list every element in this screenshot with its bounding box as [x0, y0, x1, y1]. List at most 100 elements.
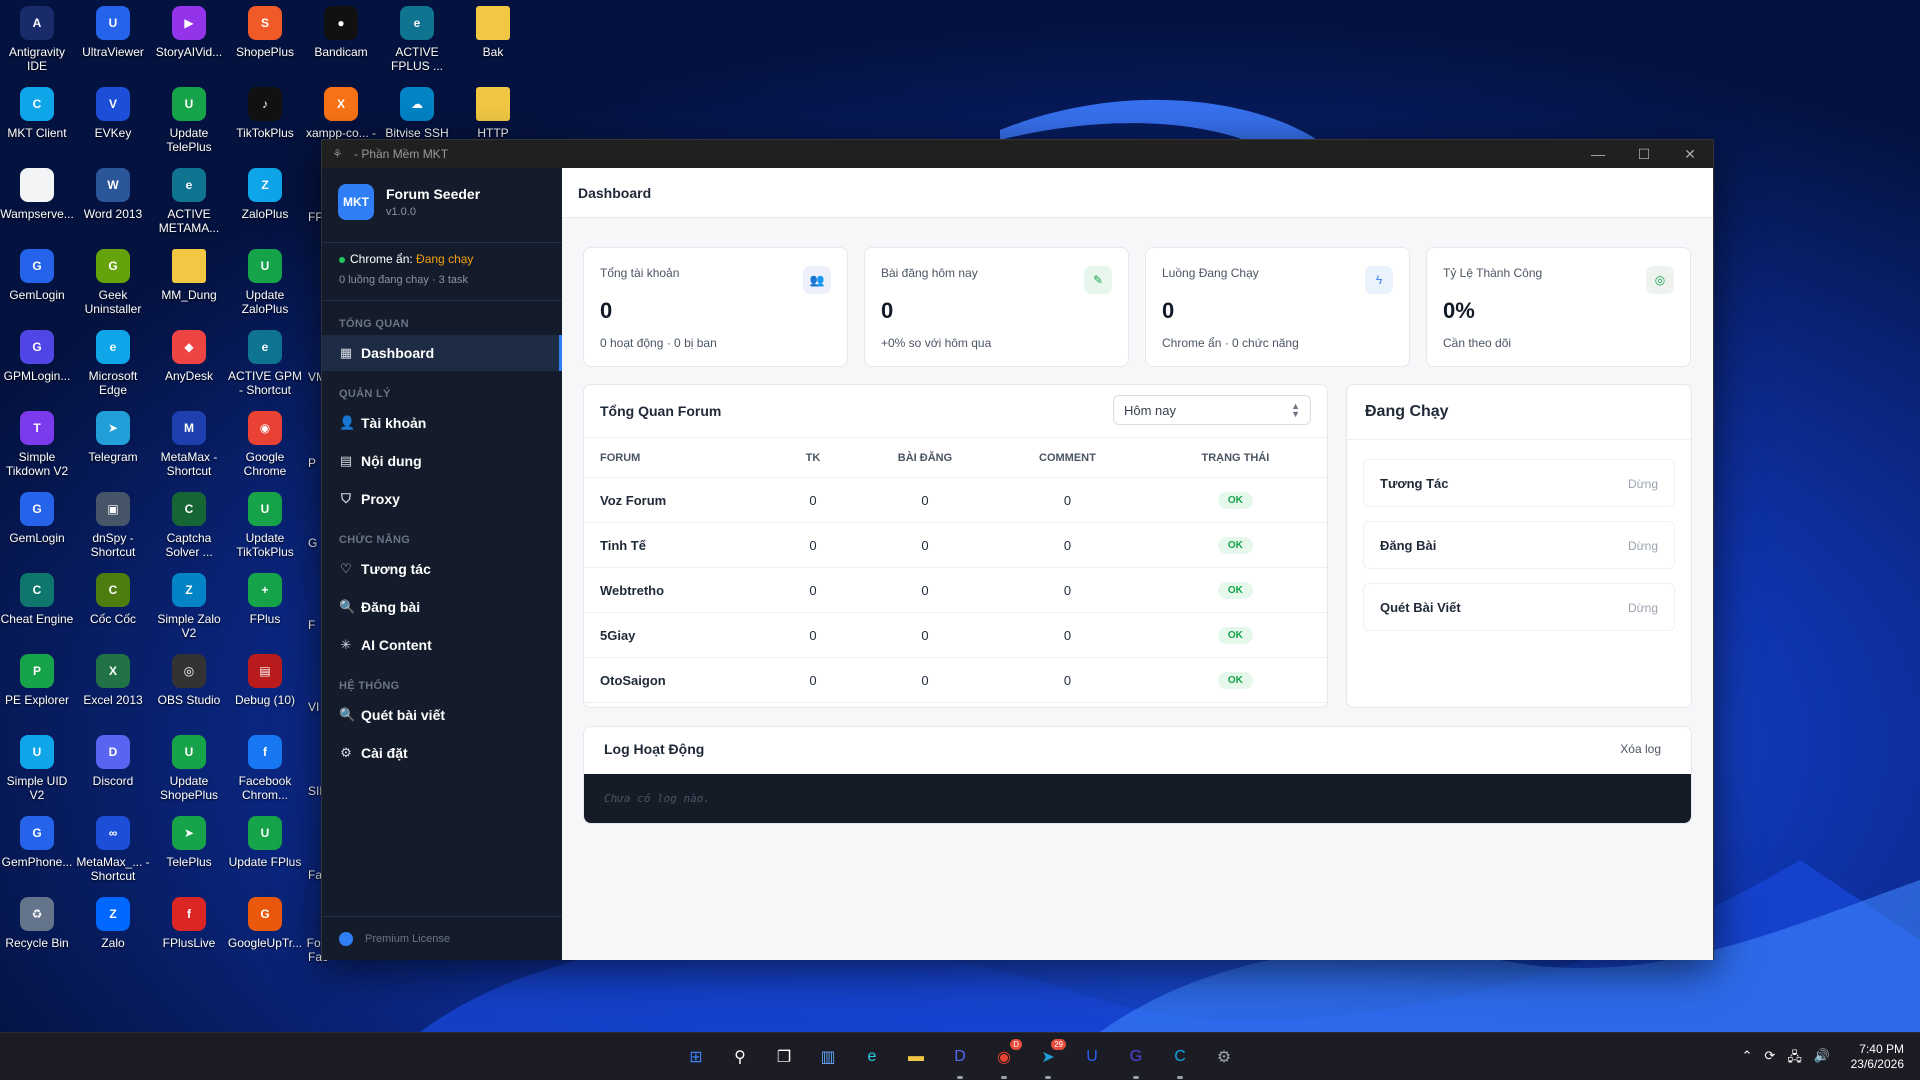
desktop-icon[interactable]: U UltraViewer [75, 6, 151, 59]
main-content: Dashboard Tổng tài khoản 0 0 hoạt động · 0… [562, 168, 1713, 960]
sidebar-item-đăng-bài[interactable]: 🔍 Đăng bài [322, 589, 562, 625]
sidebar-item-nội-dung[interactable]: ▤ Nội dung [322, 443, 562, 479]
discord-icon[interactable]: D [944, 1041, 976, 1079]
desktop-icon[interactable]: ➤ TelePlus [151, 816, 227, 869]
desktop-icon[interactable]: e ACTIVE FPLUS ... [379, 6, 455, 73]
clear-log-button[interactable]: Xóa log [1620, 742, 1661, 756]
table-row[interactable]: OtoSaigon 0 0 0 OK [584, 657, 1327, 703]
desktop-icon[interactable]: G GPMLogin... [0, 330, 75, 383]
desktop-icon[interactable]: W Word 2013 [75, 168, 151, 221]
desktop-icon[interactable]: G GoogleUpTr... [227, 897, 303, 950]
desktop-icon[interactable]: G Geek Uninstaller [75, 249, 151, 316]
file-explorer-icon[interactable]: ▬ [900, 1041, 932, 1073]
desktop-icon[interactable]: U Update TikTokPlus [227, 492, 303, 559]
desktop-icon[interactable]: ● Bandicam [303, 6, 379, 59]
gpm-icon[interactable]: G [1120, 1041, 1152, 1079]
desktop-icon[interactable]: ▶ StoryAIVid... [151, 6, 227, 59]
tray-chevron-icon[interactable]: ⌃ [1742, 1048, 1753, 1070]
sidebar-item-quét-bài-viết[interactable]: 🔍 Quét bài viết [322, 697, 562, 733]
desktop-icon[interactable]: M MetaMax - Shortcut [151, 411, 227, 478]
desktop-icon[interactable]: ◉ Google Chrome [227, 411, 303, 478]
minimize-button[interactable]: — [1575, 140, 1621, 168]
desktop-icon[interactable]: X Excel 2013 [75, 654, 151, 707]
close-button[interactable]: ✕ [1667, 140, 1713, 168]
desktop-icon[interactable]: U Update ShopePlus [151, 735, 227, 802]
clock-date: 23/6/2026 [1850, 1057, 1904, 1071]
desktop-icon[interactable]: P PE Explorer [0, 654, 75, 707]
desktop-icon[interactable]: U Update ZaloPlus [227, 249, 303, 316]
mkt-client-icon[interactable]: C [1164, 1041, 1196, 1079]
desktop-icon[interactable]: V EVKey [75, 87, 151, 140]
maximize-button[interactable]: ☐ [1621, 140, 1667, 168]
desktop-icon[interactable]: G GemLogin [0, 492, 75, 545]
desktop-icon[interactable]: U Update TelePlus [151, 87, 227, 154]
desktop-icon[interactable]: f Facebook Chrom... [227, 735, 303, 802]
desktop-icon[interactable]: G GemLogin [0, 249, 75, 302]
desktop-icon[interactable]: e Microsoft Edge [75, 330, 151, 397]
desktop-icon[interactable]: S ShopePlus [227, 6, 303, 59]
running-item[interactable]: Quét Bài Viết Dừng [1363, 583, 1675, 631]
sidebar-item-ai-content[interactable]: ✳ AI Content [322, 627, 562, 663]
desktop-icon[interactable]: ▣ dnSpy - Shortcut [75, 492, 151, 559]
desktop-icon[interactable]: MM_Dung [151, 249, 227, 302]
desktop-icon[interactable]: Z Zalo [75, 897, 151, 950]
chrome-icon[interactable]: ◉ D [988, 1039, 1022, 1079]
widgets-icon[interactable]: ▥ [812, 1041, 844, 1073]
clock[interactable]: 7:40 PM 23/6/2026 [1851, 1042, 1904, 1072]
sidebar-item-cài-đặt[interactable]: ⚙ Cài đặt [322, 735, 562, 771]
table-row[interactable]: Voz Forum 0 0 0 OK [584, 477, 1327, 523]
desktop-icon[interactable]: Z ZaloPlus [227, 168, 303, 221]
desktop-icon[interactable]: C Cốc Cốc [75, 573, 151, 626]
search-icon[interactable]: ⚲ [724, 1041, 756, 1073]
gear-app-icon[interactable]: ⚙ [1208, 1041, 1240, 1073]
telegram-icon[interactable]: ➤ 29 [1032, 1039, 1066, 1079]
desktop-icon[interactable]: ➤ Telegram [75, 411, 151, 464]
table-row[interactable]: Tinh Tế 0 0 0 OK [584, 522, 1327, 568]
desktop-icon-label: GemLogin [9, 531, 65, 545]
task-view-icon[interactable]: ❐ [768, 1041, 800, 1073]
desktop-icon[interactable]: U Update FPlus [227, 816, 303, 869]
desktop-icon[interactable]: C Cheat Engine [0, 573, 75, 626]
sidebar-item-tương-tác[interactable]: ♡ Tương tác [322, 551, 562, 587]
sidebar-item-tài-khoản[interactable]: 👤 Tài khoản [322, 405, 562, 441]
cell-posts: 0 [858, 477, 992, 523]
sidebar-item-proxy[interactable]: ⛉ Proxy [322, 481, 562, 517]
desktop-icon[interactable]: ∞ MetaMax_... - Shortcut [75, 816, 151, 883]
desktop-icon[interactable]: Wampserve... [0, 168, 75, 221]
desktop-icon[interactable]: f FPlusLive [151, 897, 227, 950]
window-titlebar[interactable]: ⚘ - Phần Mềm MKT — ☐ ✕ [322, 140, 1713, 168]
table-row[interactable]: Webtretho 0 0 0 OK [584, 567, 1327, 613]
desktop-icon[interactable]: T Simple Tikdown V2 [0, 411, 75, 478]
sidebar-item-dashboard[interactable]: ▦ Dashboard [322, 335, 562, 371]
desktop-app-icon: W [96, 168, 130, 202]
grid-icon: ▦ [339, 345, 353, 360]
desktop-icon[interactable]: D Discord [75, 735, 151, 788]
desktop-icon[interactable]: e ACTIVE GPM - Shortcut [227, 330, 303, 397]
desktop-icon[interactable]: U Simple UID V2 [0, 735, 75, 802]
cell-posts: 0 [858, 612, 992, 658]
desktop-icon[interactable]: ♪ TikTokPlus [227, 87, 303, 140]
desktop-icon[interactable]: G GemPhone... [0, 816, 75, 869]
desktop-icon[interactable]: C MKT Client [0, 87, 75, 140]
running-item[interactable]: Đăng Bài Dừng [1363, 521, 1675, 569]
start-button[interactable]: ⊞ [680, 1041, 712, 1073]
desktop-icon[interactable]: ♻ Recycle Bin [0, 897, 75, 950]
volume-icon[interactable]: 🔊 [1814, 1048, 1830, 1070]
running-item[interactable]: Tương Tác Dừng [1363, 459, 1675, 507]
table-row[interactable]: 5Giay 0 0 0 OK [584, 612, 1327, 658]
desktop-icon-label: StoryAIVid... [155, 45, 223, 59]
desktop-icon[interactable]: ◎ OBS Studio [151, 654, 227, 707]
edge-icon[interactable]: e [856, 1041, 888, 1073]
period-select[interactable]: Hôm nay ▲ ▼ [1113, 395, 1311, 425]
desktop-icon[interactable]: C Captcha Solver ... [151, 492, 227, 559]
ultraviewer-icon[interactable]: U [1076, 1041, 1108, 1073]
desktop-icon[interactable]: e ACTIVE METAMA... [151, 168, 227, 235]
desktop-icon[interactable]: ▤ Debug (10) [227, 654, 303, 707]
desktop-icon[interactable]: A Antigravity IDE [0, 6, 75, 73]
desktop-icon[interactable]: + FPlus [227, 573, 303, 626]
sync-icon[interactable]: ⟳ [1764, 1048, 1775, 1070]
desktop-icon[interactable]: Bak [455, 6, 531, 59]
desktop-icon[interactable]: ◆ AnyDesk [151, 330, 227, 383]
network-icon[interactable]: 🖧 [1787, 1048, 1802, 1070]
desktop-icon[interactable]: Z Simple Zalo V2 [151, 573, 227, 640]
